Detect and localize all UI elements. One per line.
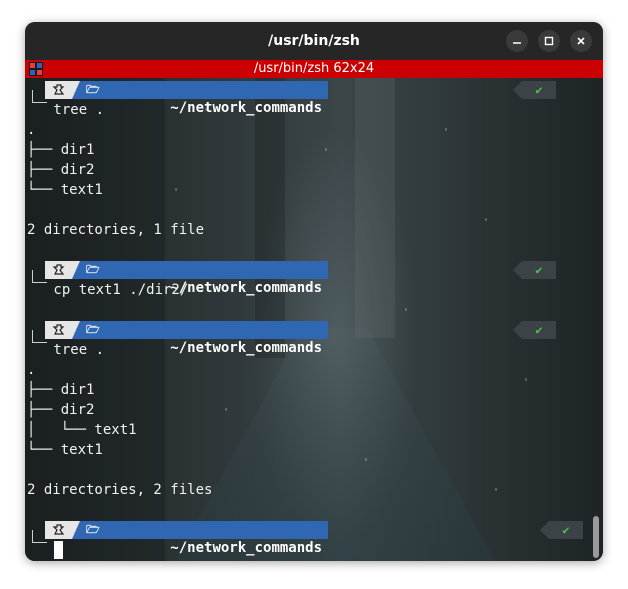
penguin-icon bbox=[45, 521, 72, 539]
title-bar[interactable]: /usr/bin/zsh bbox=[25, 22, 603, 60]
background-tree bbox=[255, 78, 285, 358]
terminal-line: ├── dir1 bbox=[27, 142, 95, 158]
terminal-line: 2 directories, 2 files bbox=[27, 482, 213, 498]
terminal-line: . bbox=[27, 362, 36, 378]
folder-icon: 🗁 bbox=[86, 83, 100, 96]
scrollbar-thumb[interactable] bbox=[593, 516, 599, 558]
penguin-icon bbox=[45, 321, 72, 339]
folder-icon: 🗁 bbox=[86, 323, 100, 336]
scrollbar[interactable] bbox=[592, 78, 600, 561]
terminal-line: tree . bbox=[45, 342, 105, 358]
terminal-line: 2 directories, 1 file bbox=[27, 222, 205, 238]
raindrop bbox=[325, 148, 327, 151]
minimize-icon bbox=[513, 42, 521, 44]
terminal-window: /usr/bin/zsh /usr/bin/zsh 62x24 🗁 ~/netw… bbox=[25, 22, 603, 561]
status-ok-badge: ✔ bbox=[540, 521, 583, 539]
raindrop bbox=[405, 308, 407, 311]
prompt-arrow bbox=[287, 81, 296, 99]
status-ok-badge: ✔ bbox=[513, 321, 556, 339]
terminal-line: │ └── text1 bbox=[27, 422, 137, 438]
terminal-status-bar: /usr/bin/zsh 62x24 bbox=[25, 60, 603, 78]
terminal-area[interactable]: 🗁 ~/network_commands ✔ tree . . ├── dir1… bbox=[25, 78, 603, 561]
prompt-connector bbox=[32, 530, 47, 543]
close-icon bbox=[577, 37, 585, 45]
status-ok-badge: ✔ bbox=[513, 261, 556, 279]
prompt-arrow bbox=[287, 261, 296, 279]
text-cursor[interactable] bbox=[54, 541, 63, 559]
status-ok-badge: ✔ bbox=[513, 81, 556, 99]
raindrop bbox=[365, 458, 367, 461]
terminal-line: cp text1 ./dir2/ bbox=[45, 282, 189, 298]
terminal-line: ├── dir2 bbox=[27, 402, 95, 418]
prompt-arrow bbox=[287, 521, 296, 539]
terminal-line: . bbox=[27, 122, 36, 138]
terminal-line: ├── dir1 bbox=[27, 382, 95, 398]
raindrop bbox=[495, 488, 497, 491]
prompt-arrow bbox=[287, 321, 296, 339]
raindrop bbox=[485, 218, 487, 221]
close-button[interactable] bbox=[570, 30, 592, 52]
raindrop bbox=[225, 408, 227, 411]
background-tree bbox=[355, 78, 395, 338]
raindrop bbox=[175, 188, 177, 191]
penguin-icon bbox=[45, 261, 72, 279]
penguin-icon bbox=[45, 81, 72, 99]
terminal-line: tree . bbox=[45, 102, 105, 118]
folder-icon: 🗁 bbox=[86, 523, 100, 536]
terminal-line: ├── dir2 bbox=[27, 162, 95, 178]
terminal-line: └── text1 bbox=[27, 182, 103, 198]
raindrop bbox=[445, 128, 447, 131]
maximize-button[interactable] bbox=[538, 30, 560, 52]
minimize-button[interactable] bbox=[506, 30, 528, 52]
raindrop bbox=[525, 378, 527, 381]
folder-icon: 🗁 bbox=[86, 263, 100, 276]
status-title: /usr/bin/zsh 62x24 bbox=[253, 61, 375, 76]
maximize-icon bbox=[544, 36, 554, 46]
terminal-line: └── text1 bbox=[27, 442, 103, 458]
